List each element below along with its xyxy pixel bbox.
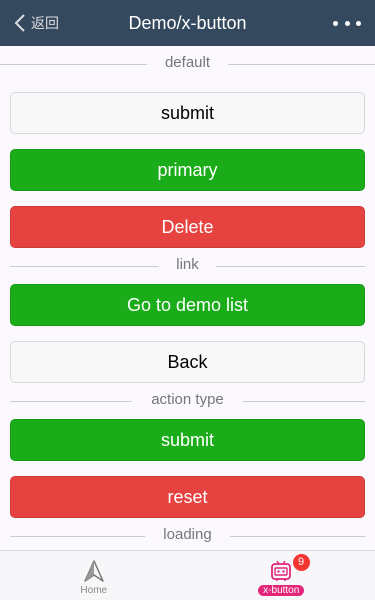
- tab-home[interactable]: Home: [0, 551, 188, 600]
- go-to-demo-list-button[interactable]: Go to demo list: [10, 284, 365, 326]
- more-dot-icon: [344, 20, 350, 26]
- divider-label: link: [176, 256, 199, 273]
- divider-link: link: [0, 248, 375, 284]
- robot-icon: [271, 560, 292, 581]
- submit-default-button[interactable]: submit: [10, 92, 365, 134]
- notification-badge: 9: [292, 554, 310, 571]
- reset-button[interactable]: reset: [10, 476, 365, 518]
- primary-button[interactable]: primary: [10, 149, 365, 191]
- more-button[interactable]: [333, 17, 361, 29]
- nav-header: 返回 Demo/x-button: [0, 0, 375, 46]
- divider-loading: loading: [0, 518, 375, 550]
- tab-home-label: Home: [80, 585, 108, 596]
- more-dot-icon: [333, 20, 338, 26]
- tab-x-button[interactable]: 9 x-button: [188, 551, 375, 600]
- page-title: Demo/x-button: [128, 13, 247, 33]
- tab-x-button-label-text: x-button: [258, 585, 305, 596]
- back-link-button[interactable]: Back: [10, 341, 365, 383]
- main-content[interactable]: default submit primary Delete link Go to…: [0, 46, 375, 550]
- divider-label: action type: [151, 391, 224, 408]
- navigation-arrow-icon: [84, 560, 104, 582]
- more-dot-icon: [356, 20, 361, 26]
- divider-action-type: action type: [0, 383, 375, 419]
- tab-bar: Home 9 x-button: [0, 550, 375, 600]
- divider-label: default: [164, 54, 211, 71]
- tab-x-button-label: x-button: [188, 585, 375, 596]
- divider-default: default: [0, 46, 375, 82]
- delete-button[interactable]: Delete: [10, 206, 365, 248]
- divider-label: loading: [163, 526, 212, 543]
- submit-action-button[interactable]: submit: [10, 419, 365, 461]
